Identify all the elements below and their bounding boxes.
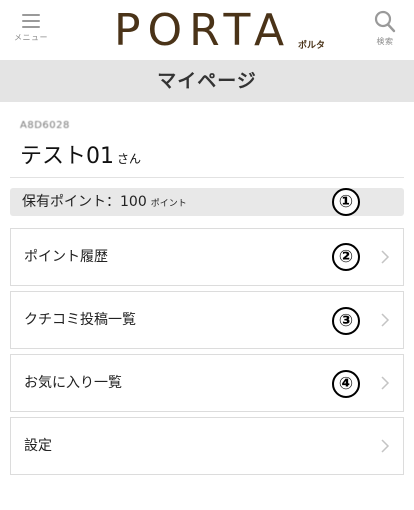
callout-4: ④	[332, 370, 360, 398]
chevron-right-icon	[379, 313, 391, 327]
chevron-right-icon	[379, 376, 391, 390]
callout-2: ②	[332, 243, 360, 271]
hamburger-icon	[22, 14, 40, 28]
logo-text: PORTA	[114, 5, 292, 56]
user-name-line: テスト01 さん	[20, 138, 141, 170]
search-icon	[374, 10, 396, 33]
menu-item-settings[interactable]: 設定	[10, 417, 404, 475]
chevron-right-icon	[379, 439, 391, 453]
porta-logo[interactable]: PORTA ポルタ	[114, 7, 336, 55]
callout-1: ①	[332, 188, 360, 216]
user-id: A8D6028	[20, 120, 70, 131]
menu-button[interactable]: メニュー	[10, 12, 52, 52]
menu-item-label: 設定	[24, 438, 52, 454]
search-button[interactable]: 検索	[366, 10, 404, 52]
chevron-right-icon	[379, 250, 391, 264]
page-title: マイページ	[157, 70, 257, 92]
page-title-bar: マイページ	[0, 60, 414, 102]
callout-3: ③	[332, 307, 360, 335]
user-honorific: さん	[117, 152, 142, 166]
menu-label: メニュー	[14, 33, 48, 42]
user-name: テスト01	[20, 144, 114, 169]
points-label: 保有ポイント：100	[22, 194, 147, 210]
menu-item-label: ポイント履歴	[24, 249, 108, 265]
search-label: 検索	[376, 37, 394, 46]
menu-item-label: クチコミ投稿一覧	[24, 312, 136, 328]
divider	[10, 177, 404, 178]
logo-subtext: ポルタ	[298, 41, 326, 51]
user-info: A8D6028 テスト01 さん	[20, 118, 404, 170]
menu-item-label: お気に入り一覧	[24, 375, 122, 391]
points-text: 保有ポイント：100 ポイント	[22, 188, 187, 218]
app-header: メニュー PORTA ポルタ 検索	[0, 0, 414, 60]
points-unit: ポイント	[150, 199, 187, 209]
